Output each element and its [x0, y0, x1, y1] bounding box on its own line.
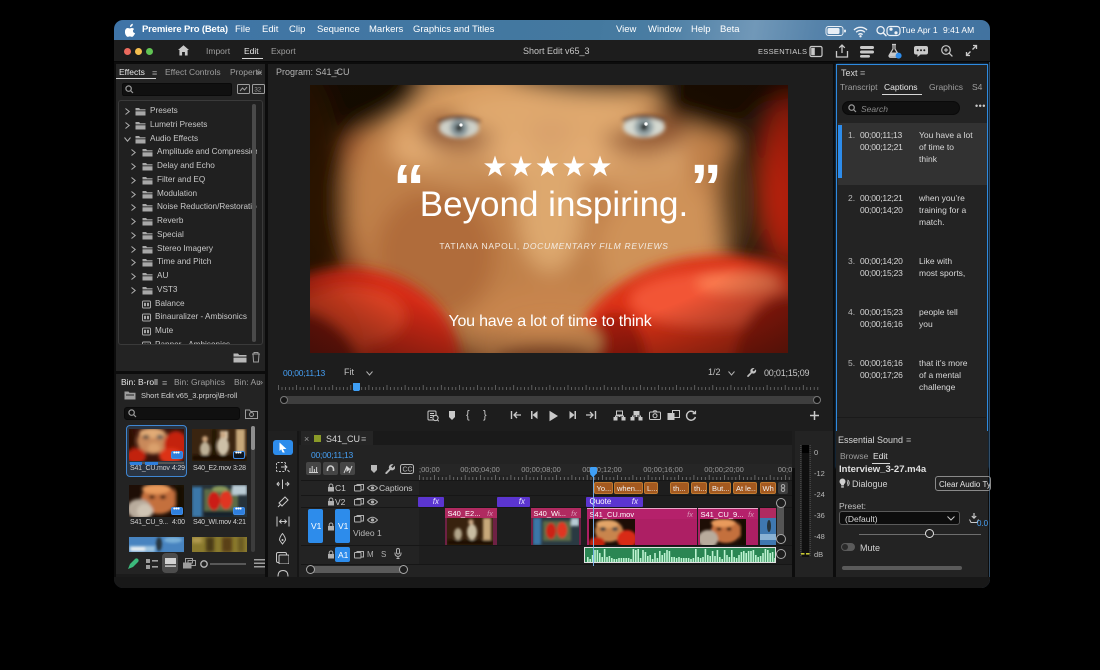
svg-text:“: “ [393, 151, 425, 223]
svg-text:You have a lot of time to thin: You have a lot of time to think [448, 313, 652, 330]
svg-text:TATIANA NAPOLI, DOCUMENTARY FI: TATIANA NAPOLI, DOCUMENTARY FILM REVIEWS [439, 241, 668, 251]
svg-text:;00;00: ;00;00 [419, 465, 440, 474]
svg-text:00;00;12;00: 00;00;12;00 [582, 465, 622, 474]
svg-text:00;00;08;00: 00;00;08;00 [521, 465, 561, 474]
svg-text:-36: -36 [814, 511, 825, 520]
svg-text:00;00;04;00: 00;00;04;00 [460, 465, 500, 474]
svg-text:Beyond inspiring.: Beyond inspiring. [420, 185, 689, 224]
svg-text:-48: -48 [814, 532, 825, 541]
svg-text:32: 32 [254, 87, 262, 94]
svg-text:0: 0 [814, 448, 818, 457]
svg-text:00;0: 00;0 [778, 465, 792, 474]
svg-text:-12: -12 [814, 469, 825, 478]
svg-text:00;00;16;00: 00;00;16;00 [643, 465, 683, 474]
svg-text:”: ” [690, 151, 722, 223]
svg-text:-24: -24 [814, 490, 825, 499]
svg-text:dB: dB [814, 550, 823, 559]
svg-text:00;00;20;00: 00;00;20;00 [704, 465, 744, 474]
